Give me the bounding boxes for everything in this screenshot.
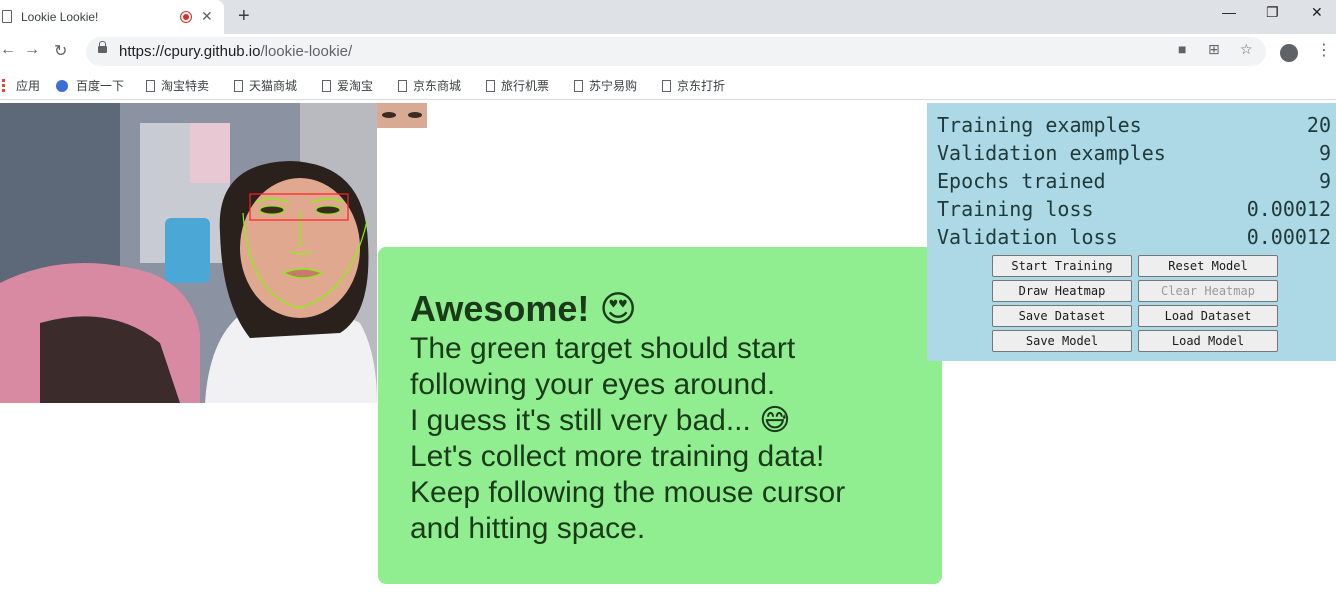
stat-epochs-trained: Epochs trained 9 xyxy=(937,169,1331,197)
eyes-crop-canvas xyxy=(377,103,427,128)
reload-icon[interactable]: ↻ xyxy=(54,41,67,61)
profile-icon[interactable] xyxy=(1280,44,1298,62)
save-dataset-button[interactable]: Save Dataset xyxy=(992,305,1132,327)
lock-icon xyxy=(98,41,107,53)
back-icon[interactable]: ← xyxy=(0,41,16,59)
tab-strip: Lookie Lookie! ✕ + — ❐ ✕ xyxy=(0,0,1336,34)
instructions-line: Let's collect more training data! xyxy=(410,440,825,473)
instructions-title: Awesome! 😍 xyxy=(410,288,637,329)
bookmark-item[interactable]: 旅行机票 xyxy=(486,77,549,94)
page-icon xyxy=(574,80,583,92)
bookmark-item[interactable]: 爱淘宝 xyxy=(322,77,373,94)
bookmark-item[interactable]: 天猫商城 xyxy=(234,77,297,94)
baidu-icon xyxy=(56,80,68,92)
eyes-crop-image xyxy=(377,103,427,128)
stat-value: 9 xyxy=(1318,141,1331,165)
address-bar[interactable]: https://cpury.github.io/lookie-lookie/ ■… xyxy=(86,37,1266,66)
browser-tab[interactable]: Lookie Lookie! ✕ xyxy=(0,0,224,34)
close-window-icon[interactable]: ✕ xyxy=(1311,4,1323,21)
save-model-button[interactable]: Save Model xyxy=(992,330,1132,352)
bookmark-item[interactable]: 京东商城 xyxy=(398,77,461,94)
page-icon xyxy=(486,80,495,92)
menu-icon[interactable]: ⋮ xyxy=(1316,40,1332,60)
forward-icon[interactable]: → xyxy=(24,41,40,59)
right-eye-mesh xyxy=(315,205,341,215)
bookmark-apps[interactable]: 应用 xyxy=(2,77,40,94)
restore-icon[interactable]: ❐ xyxy=(1266,4,1279,21)
apps-icon xyxy=(2,79,6,92)
bookmark-star-icon[interactable]: ☆ xyxy=(1240,41,1253,58)
new-tab-button[interactable]: + xyxy=(238,5,250,28)
tab-title: Lookie Lookie! xyxy=(21,10,99,24)
bookmark-item[interactable]: 百度一下 xyxy=(56,77,124,94)
page-icon xyxy=(2,10,12,23)
bookmark-item[interactable]: 苏宁易购 xyxy=(574,77,637,94)
load-model-button[interactable]: Load Model xyxy=(1138,330,1278,352)
bookmarks-bar: 应用 百度一下 淘宝特卖 天猫商城 爱淘宝 京东商城 旅行机票 苏宁易购 京东打… xyxy=(0,70,1336,100)
stat-validation-loss: Validation loss 0.00012 xyxy=(937,225,1331,253)
page-icon xyxy=(398,80,407,92)
load-dataset-button[interactable]: Load Dataset xyxy=(1138,305,1278,327)
bookmark-item[interactable]: 京东打折 xyxy=(662,77,725,94)
camera-icon[interactable]: ■ xyxy=(1178,41,1186,57)
draw-heatmap-button[interactable]: Draw Heatmap xyxy=(992,280,1132,302)
browser-toolbar: ← → ↻ https://cpury.github.io/lookie-loo… xyxy=(0,34,1336,70)
stat-label: Epochs trained xyxy=(937,169,1106,193)
instructions-line: The green target should start xyxy=(410,332,796,365)
stat-label: Training examples xyxy=(937,113,1142,137)
page-icon xyxy=(322,80,331,92)
stat-value: 0.00012 xyxy=(1246,197,1331,221)
stat-value: 20 xyxy=(1306,113,1331,137)
stat-value: 0.00012 xyxy=(1246,225,1331,249)
instructions-line: I guess it's still very bad... 😅 xyxy=(410,404,791,437)
stat-label: Validation examples xyxy=(937,141,1166,165)
left-eye-mesh xyxy=(259,205,285,215)
reset-model-button[interactable]: Reset Model xyxy=(1138,255,1278,277)
instructions-line: following your eyes around. xyxy=(410,368,776,401)
page-icon xyxy=(662,80,671,92)
webcam-video xyxy=(0,103,377,403)
webcam-frame xyxy=(0,103,377,403)
instructions-box: Awesome! 😍 The green target should start… xyxy=(378,247,942,584)
instructions-line: Keep following the mouse cursor xyxy=(410,476,846,509)
bookmark-item[interactable]: 淘宝特卖 xyxy=(146,77,209,94)
recording-icon xyxy=(180,11,192,23)
training-panel: Training examples 20 Validation examples… xyxy=(927,103,1336,361)
stat-training-loss: Training loss 0.00012 xyxy=(937,197,1331,225)
stat-label: Training loss xyxy=(937,197,1094,221)
start-training-button[interactable]: Start Training xyxy=(992,255,1132,277)
page-icon xyxy=(146,80,155,92)
close-tab-icon[interactable]: ✕ xyxy=(201,8,213,25)
translate-icon[interactable]: ⊞ xyxy=(1208,41,1220,58)
stat-training-examples: Training examples 20 xyxy=(937,113,1331,141)
stat-label: Validation loss xyxy=(937,225,1118,249)
stat-validation-examples: Validation examples 9 xyxy=(937,141,1331,169)
url-text[interactable]: https://cpury.github.io/lookie-lookie/ xyxy=(119,43,352,60)
clear-heatmap-button[interactable]: Clear Heatmap xyxy=(1138,280,1278,302)
page-icon xyxy=(234,80,243,92)
stat-value: 9 xyxy=(1318,169,1331,193)
page-content: Awesome! 😍 The green target should start… xyxy=(0,103,1336,605)
instructions-line: and hitting space. xyxy=(410,512,646,545)
minimize-icon[interactable]: — xyxy=(1222,4,1236,20)
